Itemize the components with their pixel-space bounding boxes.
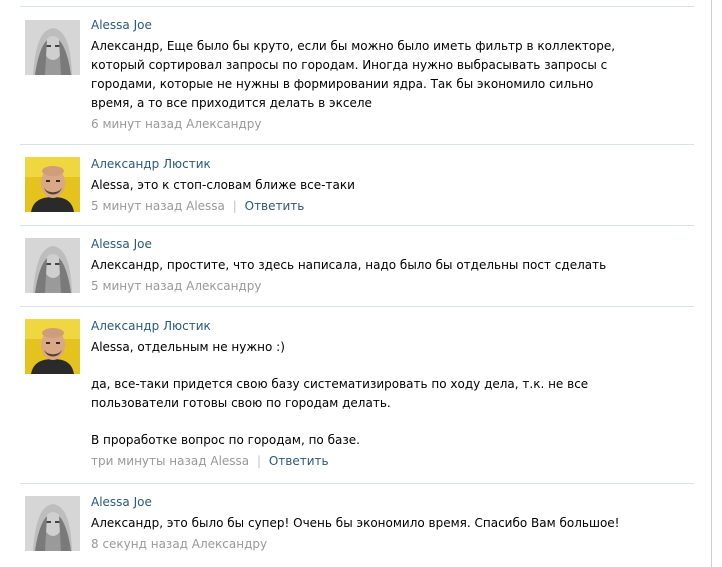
comment-body: Александр Люстик Alessa, отдельным не ну…: [91, 319, 631, 469]
alexander-avatar-icon: [25, 157, 80, 212]
comment-reply-to[interactable]: Александру: [192, 537, 267, 551]
comment-meta: 5 минут назад Alessa | Ответить: [91, 198, 631, 214]
comment-time[interactable]: 6 минут назад: [91, 117, 182, 131]
comment-meta: 6 минут назад Александру: [91, 116, 631, 132]
comment-time[interactable]: 5 минут назад: [91, 199, 182, 213]
comment-text: Александр, это было бы супер! Очень бы э…: [91, 516, 620, 530]
comment-author[interactable]: Alessa Joe: [91, 495, 631, 509]
comment-author[interactable]: Alessa Joe: [91, 18, 631, 32]
comment-divider: [20, 483, 694, 484]
comment-text: Александр, Еще было бы круто, если бы мо…: [91, 39, 619, 110]
comment-feed: Alessa Joe Александр, Еще было бы круто,…: [0, 0, 722, 567]
comment-reply-to[interactable]: Alessa: [210, 454, 249, 468]
comment-divider: [20, 225, 694, 226]
feed-right-border: [711, 0, 712, 567]
meta-separator: |: [232, 199, 237, 213]
meta-separator: |: [256, 454, 262, 468]
comment-meta: три минуты назад Alessa | Ответить: [91, 453, 631, 469]
avatar-alexander[interactable]: [25, 319, 80, 374]
alessa-avatar-icon: [25, 20, 80, 75]
comment-meta: 8 секунд назад Александру: [91, 536, 631, 552]
comment-author[interactable]: Александр Люстик: [91, 157, 631, 171]
alessa-avatar-icon: [25, 496, 80, 551]
comment-reply-to[interactable]: Alessa: [186, 199, 225, 213]
comment-reply-to[interactable]: Александру: [186, 117, 261, 131]
comment-author[interactable]: Александр Люстик: [91, 319, 631, 333]
comment-divider: [20, 306, 694, 307]
comment-text-line: Alessa, отдельным не нужно :): [91, 340, 285, 354]
comment-body: Alessa Joe Александр, простите, что здес…: [91, 237, 631, 294]
avatar-alessa[interactable]: [25, 496, 80, 551]
comment-time[interactable]: три минуты назад: [91, 454, 207, 468]
comment-text: Александр, простите, что здесь написала,…: [91, 258, 607, 272]
comment-reply-to[interactable]: Александру: [186, 279, 261, 293]
comment-body: Александр Люстик Alessa, это к стоп-слов…: [91, 157, 631, 214]
comment-text-line: да, все-таки придется свою базу системат…: [91, 377, 593, 410]
alexander-avatar-icon: [25, 319, 80, 374]
comment-body: Alessa Joe Александр, Еще было бы круто,…: [91, 18, 631, 132]
avatar-alessa[interactable]: [25, 20, 80, 75]
comment-time[interactable]: 5 минут назад: [91, 279, 182, 293]
reply-button[interactable]: Ответить: [269, 454, 329, 468]
avatar-alessa[interactable]: [25, 238, 80, 293]
comment-text: Alessa, это к стоп-словам ближе все-таки: [91, 178, 355, 192]
comment-body: Alessa Joe Александр, это было бы супер!…: [91, 495, 631, 552]
comment-divider: [20, 144, 694, 145]
alessa-avatar-icon: [25, 238, 80, 293]
top-divider: [20, 6, 694, 7]
avatar-alexander[interactable]: [25, 157, 80, 212]
comment-text-line: В проработке вопрос по городам, по базе.: [91, 433, 360, 447]
comment-meta: 5 минут назад Александру: [91, 278, 631, 294]
comment-time[interactable]: 8 секунд назад: [91, 537, 188, 551]
comment-author[interactable]: Alessa Joe: [91, 237, 631, 251]
reply-button[interactable]: Ответить: [245, 199, 305, 213]
